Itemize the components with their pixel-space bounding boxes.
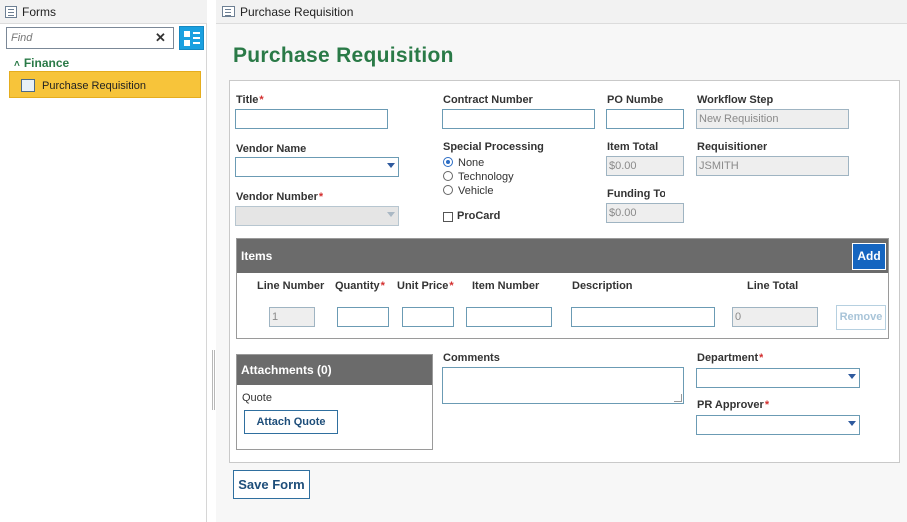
department-select[interactable] xyxy=(696,368,860,388)
procard-checkbox[interactable] xyxy=(443,212,453,222)
quote-label: Quote xyxy=(242,392,272,404)
resize-handle-icon[interactable] xyxy=(674,394,682,402)
workflow-step-label: Workflow Step xyxy=(697,94,774,106)
po-number-label: PO Numbe xyxy=(607,94,664,106)
items-title: Items xyxy=(241,249,273,263)
vendor-number-label: Vendor Number* xyxy=(236,191,324,203)
dropdown-arrow-icon xyxy=(848,421,856,426)
save-form-button[interactable]: Save Form xyxy=(233,470,310,499)
funding-label: Funding To xyxy=(607,188,665,200)
col-unit-price: Unit Price* xyxy=(397,280,454,292)
vendor-number-select[interactable] xyxy=(235,206,399,226)
forms-list-icon xyxy=(5,6,17,18)
radio-vehicle[interactable]: Vehicle xyxy=(443,185,493,197)
funding-field: $0.00 xyxy=(606,203,684,223)
tree-line-icon xyxy=(193,32,200,34)
clear-search-icon[interactable]: ✕ xyxy=(155,30,166,46)
procard-label: ProCard xyxy=(457,210,501,222)
contract-number-label: Contract Number xyxy=(443,94,533,106)
description-field[interactable] xyxy=(571,307,715,327)
add-item-button[interactable]: Add xyxy=(852,243,886,270)
contract-number-field[interactable] xyxy=(442,109,595,129)
form-document-icon xyxy=(21,79,35,92)
item-total-label: Item Total xyxy=(607,141,659,153)
radio-icon xyxy=(443,185,453,196)
dropdown-arrow-icon xyxy=(387,163,395,168)
remove-item-button[interactable]: Remove xyxy=(836,305,886,330)
attachments-section: Attachments (0) Quote Attach Quote xyxy=(236,354,433,450)
unit-price-field[interactable] xyxy=(402,307,454,327)
category-label: Finance xyxy=(23,56,70,70)
tree-line-icon xyxy=(193,42,200,44)
category-finance[interactable]: ˄ Finance xyxy=(14,56,69,70)
po-number-field[interactable] xyxy=(606,109,684,129)
panel-splitter[interactable] xyxy=(212,350,215,410)
comments-label: Comments xyxy=(443,352,500,364)
items-header-bar: Items Add xyxy=(237,239,888,273)
item-total-field: $0.00 xyxy=(606,156,684,176)
tree-node-icon xyxy=(184,31,190,37)
line-total-field: 0 xyxy=(732,307,818,327)
col-description: Description xyxy=(572,280,633,292)
page-title: Purchase Requisition xyxy=(233,44,454,67)
dropdown-arrow-icon xyxy=(387,212,395,217)
tree-node-icon xyxy=(184,40,190,46)
find-input[interactable] xyxy=(6,27,174,49)
requisitioner-field: JSMITH xyxy=(696,156,849,176)
radio-technology[interactable]: Technology xyxy=(443,171,514,183)
form-tab-title: Purchase Requisition xyxy=(240,5,354,19)
radio-none[interactable]: None xyxy=(443,157,484,169)
comments-textarea[interactable] xyxy=(442,367,684,404)
col-line-total: Line Total xyxy=(747,280,799,292)
pr-approver-select[interactable] xyxy=(696,415,860,435)
attachments-title: Attachments (0) xyxy=(241,363,332,377)
form-item-purchase-requisition[interactable]: Purchase Requisition xyxy=(9,71,201,98)
title-label: Title* xyxy=(236,94,264,106)
radio-selected-icon xyxy=(443,157,453,168)
form-tab-header: Purchase Requisition xyxy=(216,0,907,24)
pr-approver-label: PR Approver* xyxy=(697,399,770,411)
radio-vehicle-label: Vehicle xyxy=(458,185,494,197)
radio-technology-label: Technology xyxy=(458,171,514,183)
forms-panel-header: Forms xyxy=(0,0,207,24)
quantity-field[interactable] xyxy=(337,307,389,327)
attach-quote-button[interactable]: Attach Quote xyxy=(244,410,338,434)
line-number-field: 1 xyxy=(269,307,315,327)
col-quantity: Quantity* xyxy=(335,280,385,292)
radio-none-label: None xyxy=(458,157,485,169)
tree-view-button[interactable] xyxy=(179,26,204,50)
forms-panel: Forms ✕ ˄Finance Purchase Requisition xyxy=(0,0,207,522)
title-field[interactable] xyxy=(235,109,388,129)
vendor-name-select[interactable] xyxy=(235,157,399,177)
special-processing-label: Special Processing xyxy=(443,141,544,153)
collapse-chevron-icon: ˄ xyxy=(14,59,20,70)
col-line-number: Line Number xyxy=(257,280,325,292)
tree-line-icon xyxy=(193,37,200,39)
form-window-icon xyxy=(222,6,235,17)
dropdown-arrow-icon xyxy=(848,374,856,379)
requisitioner-label: Requisitioner xyxy=(697,141,768,153)
attachments-header-bar: Attachments (0) xyxy=(237,355,432,385)
forms-panel-title: Forms xyxy=(22,5,56,19)
item-number-field[interactable] xyxy=(466,307,552,327)
department-label: Department* xyxy=(697,352,764,364)
workflow-step-field: New Requisition xyxy=(696,109,849,129)
col-item-number: Item Number xyxy=(472,280,540,292)
vendor-name-label: Vendor Name xyxy=(236,143,307,155)
form-item-label: Purchase Requisition xyxy=(42,80,146,92)
radio-icon xyxy=(443,171,453,182)
